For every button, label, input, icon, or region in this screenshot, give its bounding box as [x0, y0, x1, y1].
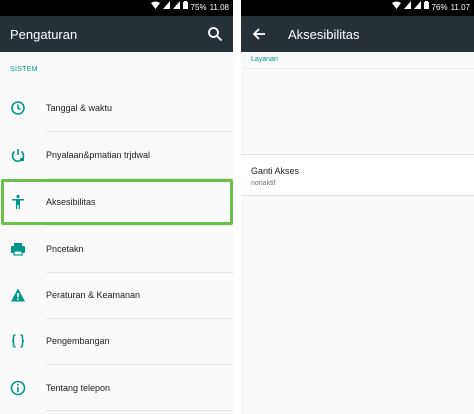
screen: 75% 11.08 Pengaturan SISTEM Tanggal & wa…	[0, 0, 474, 414]
status-bar: 75% 11.08	[0, 0, 233, 16]
battery-percent: 76%	[431, 3, 448, 12]
settings-item-developer[interactable]: Pengembangan	[0, 318, 233, 364]
divider	[46, 410, 233, 411]
signal-icon	[172, 0, 180, 16]
power-schedule-icon	[10, 147, 26, 163]
clock-icon	[10, 100, 26, 116]
settings-item-label: Tanggal & waktu	[46, 103, 113, 113]
toolbar: Pengaturan	[0, 16, 233, 52]
settings-item-label: Tentang telepon	[46, 383, 111, 393]
toolbar: Aksesibilitas	[241, 16, 474, 52]
printer-icon	[10, 241, 26, 257]
arrow-back-icon[interactable]	[251, 26, 267, 42]
no-sim-icon	[403, 0, 411, 16]
battery-percent: 75%	[190, 3, 207, 12]
wifi-icon	[150, 0, 160, 16]
settings-item-label: Peraturan & Keamanan	[46, 290, 141, 300]
settings-item-label: Aksesibilitas	[46, 197, 96, 207]
page-title: Pengaturan	[10, 26, 78, 42]
switch-access-preference[interactable]: Ganti Akses nonaktif	[241, 154, 474, 196]
settings-item-security[interactable]: Peraturan & Keamanan	[0, 272, 233, 318]
status-bar: 76% 11.07	[241, 0, 474, 16]
settings-item-label: Pnyalaan&pmatian trjdwal	[46, 150, 151, 160]
clock-time: 11.07	[450, 3, 470, 12]
info-icon	[10, 380, 26, 396]
search-icon[interactable]	[207, 26, 223, 42]
services-list	[241, 68, 474, 152]
settings-item-scheduled-power[interactable]: Pnyalaan&pmatian trjdwal	[0, 132, 233, 178]
page-title: Aksesibilitas	[288, 26, 360, 42]
accessibility-screen: 76% 11.07 Aksesibilitas Layanan Ganti Ak…	[241, 0, 474, 414]
braces-icon	[10, 333, 26, 349]
settings-item-accessibility[interactable]: Aksesibilitas	[0, 179, 233, 225]
preference-title: Ganti Akses	[251, 166, 300, 176]
settings-item-label: Pncetakn	[46, 244, 84, 254]
settings-item-label: Pengembangan	[46, 336, 110, 346]
section-header: SISTEM	[10, 66, 38, 73]
battery-icon	[182, 0, 188, 16]
clock-time: 11.08	[209, 3, 229, 12]
preference-summary: nonaktif	[251, 180, 276, 187]
warning-icon	[10, 287, 26, 303]
no-sim-icon	[162, 0, 170, 16]
accessibility-icon	[10, 194, 26, 210]
settings-item-date-time[interactable]: Tanggal & waktu	[0, 85, 233, 131]
wifi-icon	[391, 0, 401, 16]
section-header: Layanan	[251, 56, 278, 63]
settings-screen: 75% 11.08 Pengaturan SISTEM Tanggal & wa…	[0, 0, 233, 414]
settings-item-about-phone[interactable]: Tentang telepon	[0, 365, 233, 411]
signal-icon	[413, 0, 421, 16]
battery-icon	[423, 0, 429, 16]
settings-item-printing[interactable]: Pncetakn	[0, 226, 233, 272]
